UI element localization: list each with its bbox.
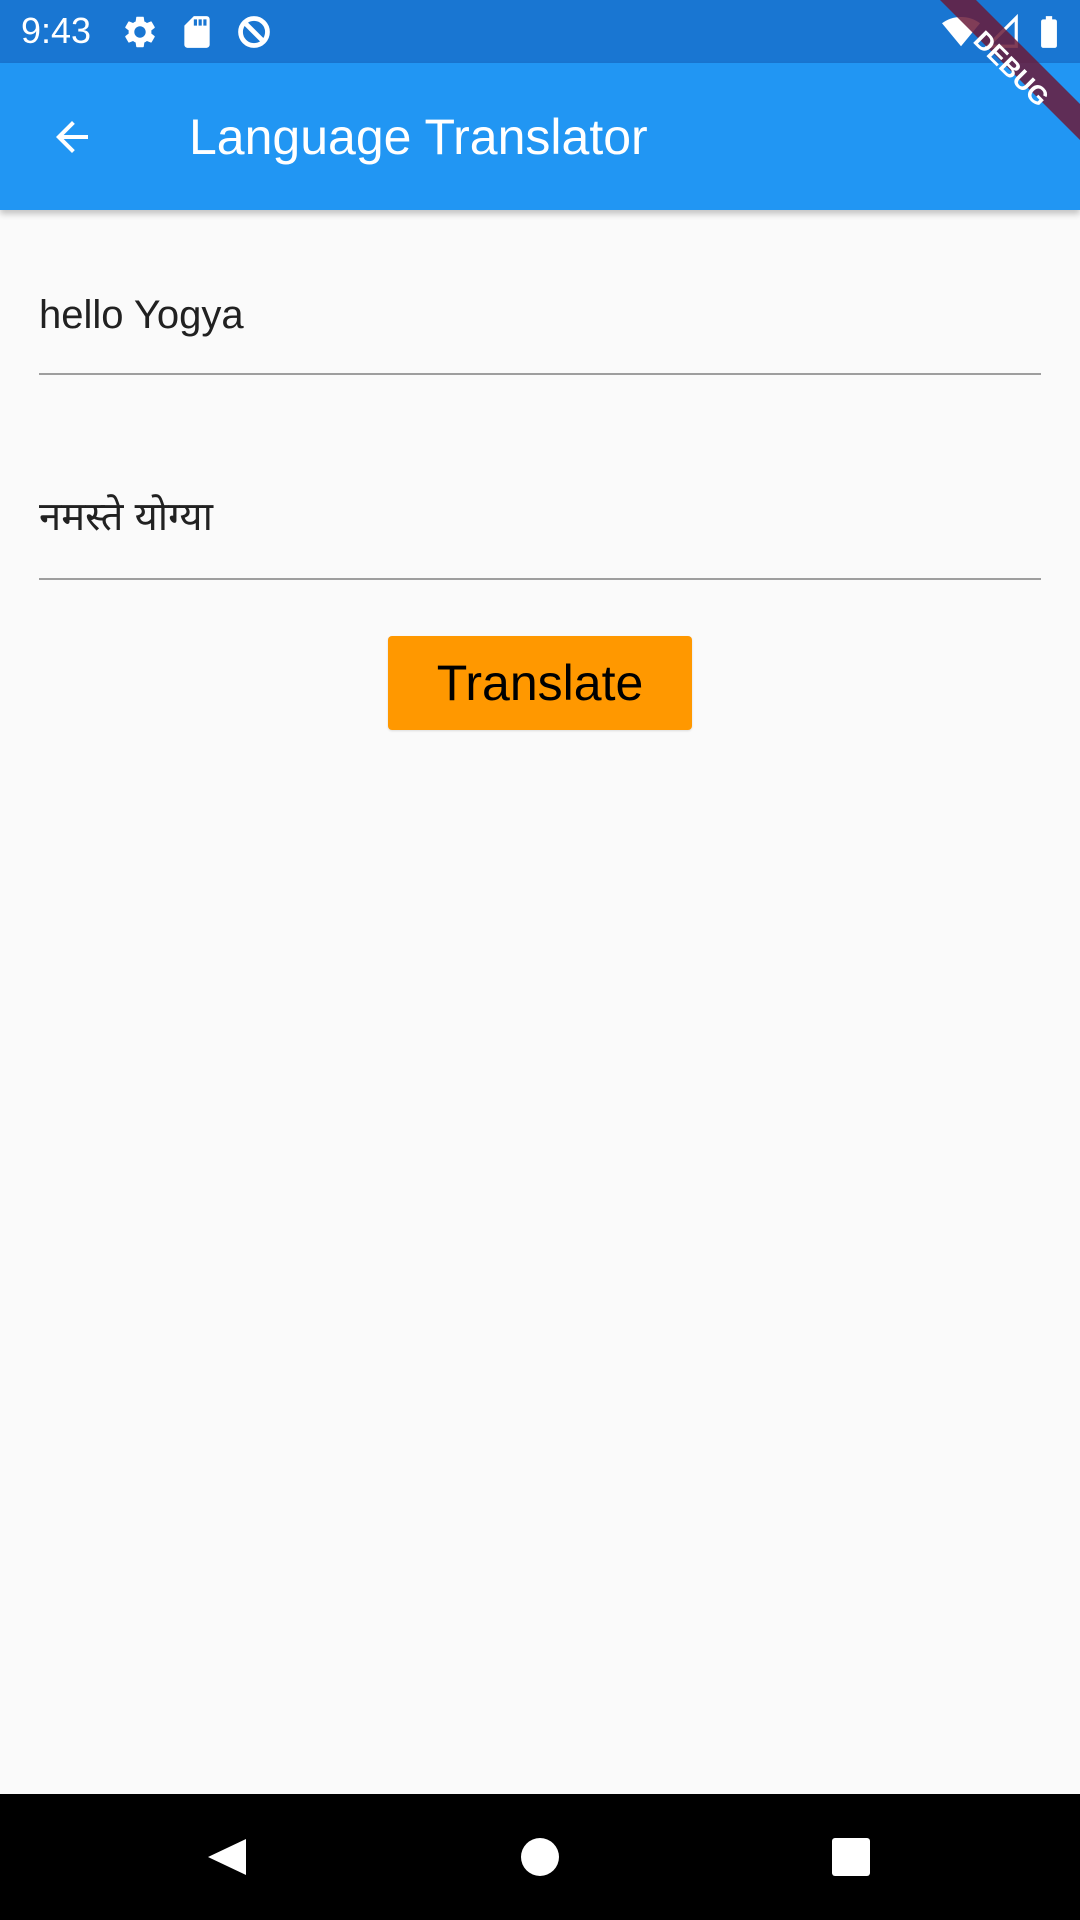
screen: 9:43 Language Translator hello Yogya नमस… <box>0 0 1080 1920</box>
sd-card-icon <box>178 13 216 51</box>
home-circle-icon[interactable] <box>510 1827 570 1887</box>
page-title: Language Translator <box>189 109 648 165</box>
no-disturb-icon <box>235 13 273 51</box>
translated-text-field[interactable]: नमस्ते योग्या <box>39 485 1041 581</box>
settings-icon <box>121 13 159 51</box>
wifi-icon <box>942 13 980 51</box>
battery-icon <box>1030 13 1068 51</box>
translate-button[interactable]: Translate <box>388 636 692 730</box>
status-time: 9:43 <box>21 10 92 51</box>
cell-signal-icon <box>983 13 1021 51</box>
app-bar: Language Translator <box>0 63 1080 210</box>
translated-text-value: नमस्ते योग्या <box>39 495 213 539</box>
translate-button-label: Translate <box>436 655 644 711</box>
source-text-value: hello Yogya <box>39 293 244 337</box>
translated-field-underline <box>39 578 1041 580</box>
source-field-underline <box>39 373 1041 375</box>
back-button[interactable] <box>32 97 112 177</box>
nav-bar <box>0 1794 1080 1920</box>
arrow-back-icon <box>48 113 96 161</box>
back-triangle-icon[interactable] <box>196 1827 256 1887</box>
recents-square-icon[interactable] <box>821 1827 881 1887</box>
source-text-field[interactable]: hello Yogya <box>39 280 1041 376</box>
status-bar: 9:43 <box>0 0 1080 63</box>
